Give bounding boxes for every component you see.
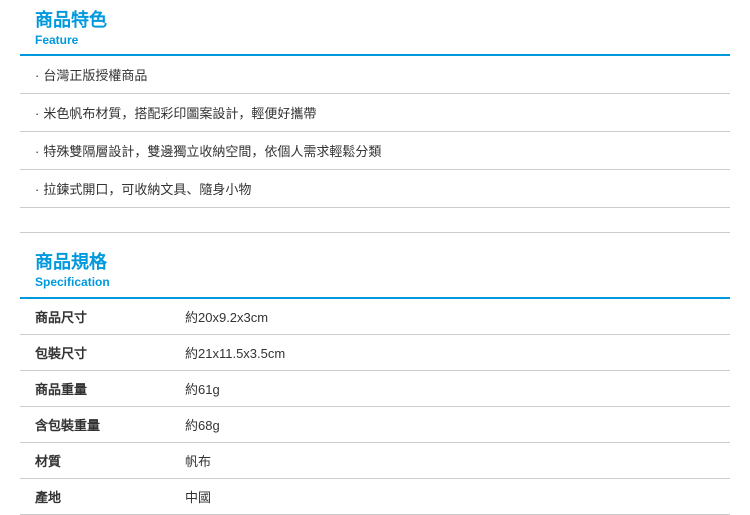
spec-label: 商品尺寸	[20, 299, 170, 335]
list-item: 拉鍊式開口，可收納文具、隨身小物	[20, 170, 730, 208]
spec-value: 約21x11.5x3.5cm	[170, 334, 730, 370]
spec-value: 約20x9.2x3cm	[170, 299, 730, 335]
divider	[20, 232, 730, 242]
feature-subtitle: Feature	[35, 32, 730, 49]
spec-label: 包裝尺寸	[20, 334, 170, 370]
spec-label: 產地	[20, 478, 170, 514]
table-row: 商品尺寸 約20x9.2x3cm	[20, 299, 730, 335]
list-item: 台灣正版授權商品	[20, 56, 730, 94]
feature-title: 商品特色	[35, 10, 730, 32]
feature-list: 台灣正版授權商品 米色帆布材質，搭配彩印圖案設計，輕便好攜帶 特殊雙隔層設計，雙…	[20, 56, 730, 208]
table-row: 商品重量 約61g	[20, 370, 730, 406]
spec-subtitle: Specification	[35, 274, 730, 291]
spec-header: 商品規格 Specification	[20, 242, 730, 298]
feature-section: 商品特色 Feature 台灣正版授權商品 米色帆布材質，搭配彩印圖案設計，輕便…	[0, 0, 750, 208]
spec-label: 材質	[20, 442, 170, 478]
spec-label: 含包裝重量	[20, 406, 170, 442]
spec-value: 帆布	[170, 442, 730, 478]
spec-value: 中國	[170, 478, 730, 514]
spec-table: 商品尺寸 約20x9.2x3cm 包裝尺寸 約21x11.5x3.5cm 商品重…	[20, 299, 730, 515]
spec-value: 約68g	[170, 406, 730, 442]
spec-title: 商品規格	[35, 252, 730, 274]
section-gap	[0, 208, 750, 232]
spec-section: 商品規格 Specification 商品尺寸 約20x9.2x3cm 包裝尺寸…	[0, 242, 750, 514]
feature-header: 商品特色 Feature	[20, 0, 730, 56]
table-row: 包裝尺寸 約21x11.5x3.5cm	[20, 334, 730, 370]
table-row: 產地 中國	[20, 478, 730, 514]
list-item: 特殊雙隔層設計，雙邊獨立收納空間，依個人需求輕鬆分類	[20, 132, 730, 170]
spec-label: 商品重量	[20, 370, 170, 406]
spec-value: 約61g	[170, 370, 730, 406]
table-row: 含包裝重量 約68g	[20, 406, 730, 442]
table-row: 材質 帆布	[20, 442, 730, 478]
list-item: 米色帆布材質，搭配彩印圖案設計，輕便好攜帶	[20, 94, 730, 132]
